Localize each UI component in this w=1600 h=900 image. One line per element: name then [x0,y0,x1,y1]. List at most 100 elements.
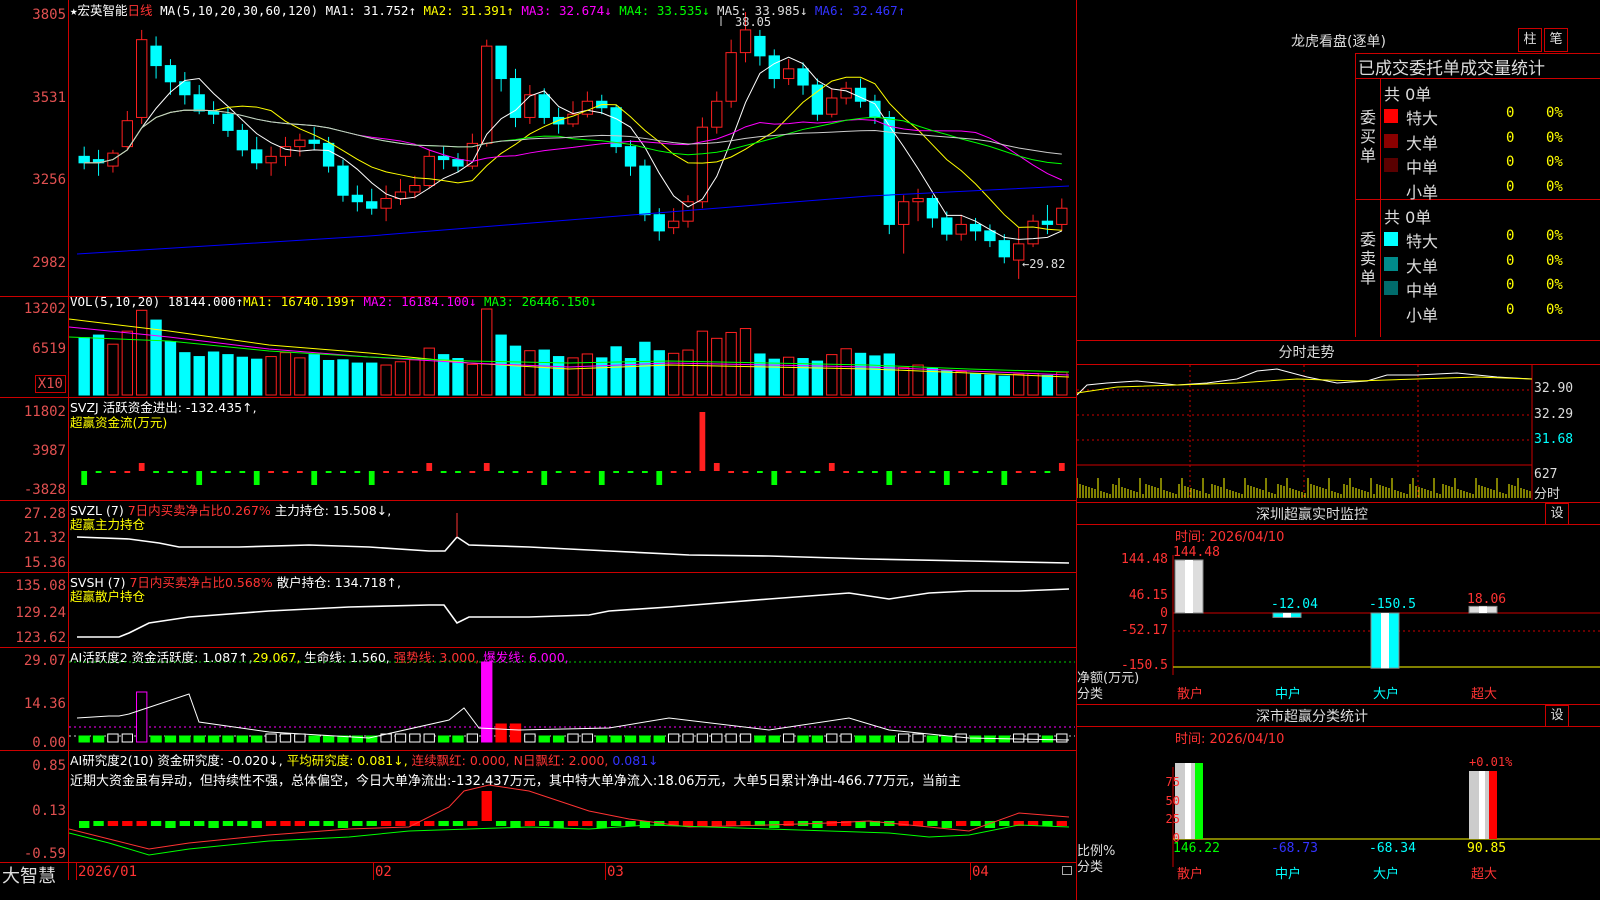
ai2-bar [783,821,794,826]
ai2-bar [1056,821,1067,826]
fs-price: 32.29 [1534,407,1574,422]
tick-mode-button[interactable]: 笔 [1544,28,1568,52]
ai2-bar [596,821,607,828]
price-chart[interactable]: 38.05 ←29.82 [69,0,1075,296]
candle [466,133,479,170]
cs-chart[interactable] [1077,727,1600,900]
ai1-bar [667,733,680,743]
cs-category: 散户 [1177,867,1204,882]
ai2-bar [438,821,449,826]
ai1-bar [826,733,838,743]
svzj-bar [785,471,792,473]
ai1-chart[interactable] [69,648,1075,750]
volume-bar [380,364,392,396]
ai1-bar [107,733,119,743]
candle [236,123,249,157]
candle [926,195,939,228]
svzj-bar [757,471,763,473]
volume-bar [193,356,205,396]
date-label: 02 [375,864,392,880]
ai1-bar [322,735,335,743]
intraday-chart[interactable] [1077,365,1600,500]
candle [265,146,277,176]
ma-line [84,56,1063,240]
legend-swatch [1384,109,1398,123]
candle [883,110,895,235]
row-label: 中单 [1406,281,1439,300]
candle [207,101,220,124]
fs-unit: 分时 [1534,487,1561,502]
fs-vol: 627 [1534,467,1558,482]
volume-bar [596,357,608,396]
rt-bar-highlight [1185,560,1193,613]
ai2-bar [553,821,564,828]
vol-unit-badge[interactable]: X10 [34,375,66,393]
ai2-bar [165,821,176,828]
svzj-bar [225,471,231,473]
ai1-bar [754,735,766,743]
ai1-bar [941,735,953,743]
volume-bar [322,359,335,396]
fs-price: 31.68 [1534,432,1574,447]
ai1-bar [624,735,637,743]
volume-bar [711,337,723,396]
ai1-tick: 0.00 [32,735,66,751]
svzj-bar [584,471,591,473]
volume-bar [150,319,162,396]
row-value: 0 [1506,228,1515,244]
svzj-bar [526,471,533,473]
main-chart-area[interactable]: 3805 3531 3256 2982 13202 6519 X10 11802… [0,0,1077,900]
ai2-bar [194,821,205,826]
ai1-bar [725,733,737,743]
volume-bar [107,343,119,396]
row-value: 0 [1506,277,1515,293]
svzj-bar [325,471,332,473]
ai2-bar [999,821,1010,826]
ai1-bar [78,735,90,743]
ai1-bar [797,735,809,743]
legend-swatch [1384,256,1398,271]
ai1-bar [394,733,407,743]
ai2-bar [567,821,579,826]
svzl-chart[interactable] [69,501,1075,572]
rt-ytick: 46.15 [1128,588,1168,603]
volume-bar [337,359,349,396]
svsh-chart[interactable] [69,573,1075,647]
rt-settings-button[interactable]: 设 [1545,503,1569,525]
svzj-bar [110,471,116,473]
candle [682,195,694,228]
svzj-bar [958,471,965,473]
lh-table: 已成交委托单成交量统计 委买单 委卖单 共 0单 特大 0 0% 大单 0 0% 中单 0 0%… [1355,53,1600,337]
date-label: 04 [972,864,989,880]
row-percent: 0% [1546,154,1563,170]
candle [78,146,90,170]
ai2-bar [280,821,291,826]
svzj-bar [943,471,950,485]
volume-bar [366,362,378,396]
rt-category: 中户 [1275,687,1302,702]
bar-mode-button[interactable]: 柱 [1518,28,1542,52]
cs-bar [1469,771,1497,839]
ai2-chart[interactable] [69,751,1075,862]
svzj-bar [728,471,735,473]
volume-chart[interactable] [69,297,1075,397]
vol-tick: 13202 [23,301,66,317]
svzj-bar [426,463,433,471]
ai2-bar [452,821,464,826]
volume-bar [926,367,939,396]
volume-bar [739,328,752,396]
svzj-bar [383,471,389,473]
ai1-bar [711,733,723,743]
svzj-chart[interactable] [69,398,1075,500]
volume-bar [251,358,263,396]
ai1-bar [610,735,622,743]
row-percent: 0% [1546,228,1563,244]
lock-icon[interactable] [1062,866,1072,875]
svzj-bar [613,471,620,473]
candle [998,234,1010,264]
cs-top-label: +0.01% [1469,755,1513,769]
ai1-bar [121,733,133,743]
cs-settings-button[interactable]: 设 [1545,705,1569,727]
svzj-bar [1001,471,1008,485]
svzj-bar [210,471,217,473]
